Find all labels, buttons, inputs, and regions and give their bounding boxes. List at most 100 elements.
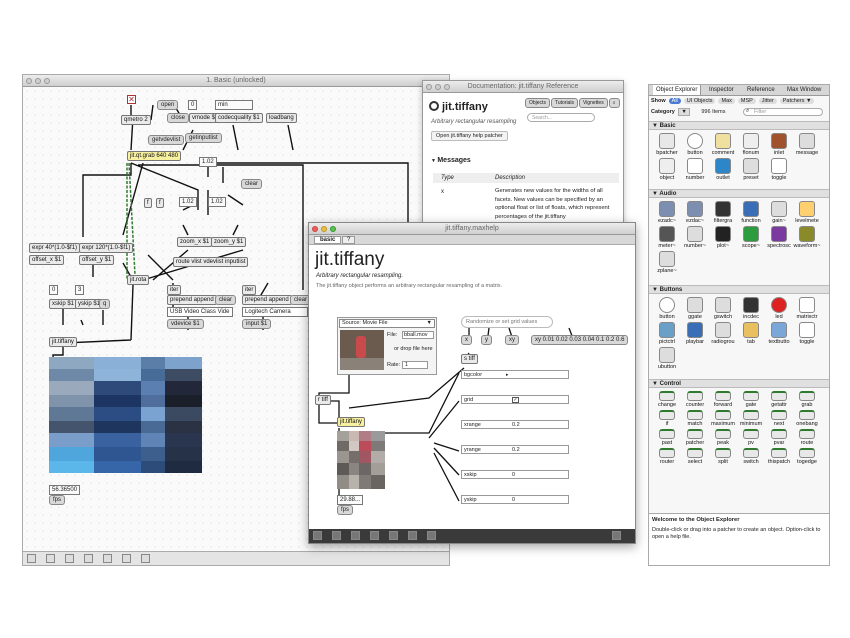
toggle-x[interactable]: ✕: [127, 95, 136, 104]
help-presentation-icon[interactable]: [331, 531, 341, 540]
doc-tab-tutorials[interactable]: Tutorials: [550, 98, 578, 108]
help-fps-number[interactable]: 29.88...: [337, 495, 364, 505]
file-menu[interactable]: bball.mov: [402, 331, 434, 339]
input-message[interactable]: input $1: [242, 319, 272, 329]
explorer-item-ubutton[interactable]: ubutton: [653, 347, 681, 370]
expr-object-1[interactable]: expr 40*(1.0-$f1): [29, 243, 81, 253]
explorer-item-spectroscope-[interactable]: spectrosc: [765, 226, 793, 249]
zoom-y-object[interactable]: zoom_y $1: [211, 237, 247, 247]
explorer-item-ezdac-[interactable]: ezdac~: [681, 201, 709, 224]
explorer-item-next[interactable]: next: [765, 410, 793, 427]
doc-search-icon[interactable]: ⌕: [608, 98, 620, 108]
param-xskip-value[interactable]: 0: [512, 471, 515, 479]
explorer-item-comment[interactable]: comment: [709, 133, 737, 156]
explorer-item-number-[interactable]: number~: [681, 226, 709, 249]
explorer-item-waveform-[interactable]: waveform~: [793, 226, 821, 249]
explorer-item-ggate[interactable]: ggate: [681, 297, 709, 320]
explorer-item-maximum[interactable]: maximum: [709, 410, 737, 427]
explorer-item-thispatcher[interactable]: thispatch: [765, 448, 793, 465]
presentation-icon[interactable]: [45, 554, 55, 563]
xy-list-message[interactable]: xy 0.01 0.02 0.03 0.04 0.1 0.2 0.6: [531, 335, 629, 345]
filter-patchers[interactable]: Patchers ▼: [779, 98, 815, 104]
help-lock-icon[interactable]: [313, 531, 322, 540]
number-box[interactable]: 0: [188, 100, 198, 110]
tab-max-window[interactable]: Max Window: [787, 85, 821, 95]
category-menu[interactable]: ▼: [678, 108, 690, 116]
s-tiff-object[interactable]: s tiff: [461, 354, 478, 364]
xskip-object[interactable]: xskip $1: [49, 299, 78, 309]
usb-video-menu[interactable]: USB Video Class Vide: [167, 307, 233, 317]
param-yrange[interactable]: yrange 0.2: [461, 445, 569, 454]
help-info-icon[interactable]: [388, 531, 398, 540]
explorer-item-matrixctrl[interactable]: matrixctr: [793, 297, 821, 320]
explorer-item-switch[interactable]: switch: [737, 448, 765, 465]
jit-rota-object[interactable]: jit.rota: [127, 275, 150, 285]
explorer-item-ezadc-[interactable]: ezadc~: [653, 201, 681, 224]
section-audio[interactable]: ▼ Audio: [649, 189, 829, 198]
explorer-item-number[interactable]: number: [681, 158, 709, 181]
new-object-icon[interactable]: [83, 554, 93, 563]
qmetro-object[interactable]: qmetro 2: [121, 115, 151, 125]
filter-input[interactable]: Filter: [743, 108, 823, 116]
iter-object-2[interactable]: iter: [242, 285, 257, 295]
explorer-item-function[interactable]: function: [737, 201, 765, 224]
rate-number[interactable]: 1: [402, 361, 428, 369]
yskip-number[interactable]: 3: [75, 285, 85, 295]
help-sidebar-icon[interactable]: [612, 531, 621, 540]
explorer-item-toggle[interactable]: toggle: [765, 158, 793, 181]
explorer-item-split[interactable]: split: [709, 448, 737, 465]
explorer-item-match[interactable]: match: [681, 410, 709, 427]
explorer-item-router[interactable]: router: [653, 448, 681, 465]
help-grid-icon[interactable]: [350, 531, 360, 540]
help-new-object-icon[interactable]: [369, 531, 379, 540]
offset-y-object[interactable]: offset_y $1: [79, 255, 115, 265]
r-tiff-object[interactable]: r tiff: [315, 395, 331, 405]
loadbang-object[interactable]: loadbang: [266, 113, 297, 123]
doc-tab-objects[interactable]: Objects: [525, 98, 550, 108]
source-menu[interactable]: Source: Movie File ▼: [339, 319, 435, 328]
explorer-item-inlet[interactable]: inlet: [765, 133, 793, 156]
explorer-item-gswitch[interactable]: gswitch: [709, 297, 737, 320]
explorer-item-zplane-[interactable]: zplane~: [653, 251, 681, 274]
section-basic[interactable]: ▼ Basic: [649, 121, 829, 130]
prepend-object-2[interactable]: prepend append: [242, 295, 292, 305]
open-message[interactable]: open: [157, 100, 179, 110]
jit-tiffany-object[interactable]: jit.tiffany: [49, 337, 77, 347]
number-102-a[interactable]: 1.02: [199, 157, 217, 167]
explorer-item-getattr[interactable]: getattr: [765, 391, 793, 408]
prepend-object-1[interactable]: prepend append: [167, 295, 217, 305]
route-object[interactable]: route vlist vdevlist inputlist: [173, 257, 249, 267]
help-align-icon[interactable]: [426, 531, 436, 540]
explorer-item-textbutton[interactable]: textbutto: [765, 322, 793, 345]
number-102-b[interactable]: 1.02: [179, 197, 197, 207]
explorer-item-tab[interactable]: tab: [737, 322, 765, 345]
filter-jitter[interactable]: Jitter: [758, 98, 777, 104]
snap-icon[interactable]: [121, 554, 131, 563]
help-snap-icon[interactable]: [407, 531, 417, 540]
small-object-a[interactable]: f: [144, 198, 152, 208]
explorer-item-change[interactable]: change: [653, 391, 681, 408]
tab-reference[interactable]: Reference: [747, 85, 775, 95]
small-object-b[interactable]: f: [156, 198, 164, 208]
jit-qt-grab-object[interactable]: jit.qt.grab 640 480: [127, 151, 182, 161]
explorer-item-flonum[interactable]: flonum: [737, 133, 765, 156]
explorer-item-button[interactable]: button: [681, 133, 709, 156]
help-fps-message[interactable]: fps: [337, 505, 354, 515]
explorer-item-togedge[interactable]: togedge: [793, 448, 821, 465]
explorer-item-select[interactable]: select: [681, 448, 709, 465]
explorer-item-forward[interactable]: forward: [709, 391, 737, 408]
getvdevlist-message[interactable]: getvdevlist: [148, 135, 185, 145]
offset-x-object[interactable]: offset_x $1: [29, 255, 65, 265]
q-message[interactable]: q: [99, 299, 111, 309]
zoom-x-object[interactable]: zoom_x $1: [177, 237, 213, 247]
clear-message-1[interactable]: clear: [215, 295, 237, 305]
explorer-item-peak[interactable]: peak: [709, 429, 737, 446]
lock-icon[interactable]: [27, 554, 36, 563]
y-message[interactable]: y: [481, 335, 492, 345]
param-yskip[interactable]: yskip 0: [461, 495, 569, 504]
filter-ui-objects[interactable]: UI Objects: [683, 98, 716, 104]
iter-object-1[interactable]: iter: [167, 285, 182, 295]
param-bgcolor[interactable]: bgcolor ▸: [461, 370, 569, 379]
explorer-item-counter[interactable]: counter: [681, 391, 709, 408]
section-control[interactable]: ▼ Control: [649, 379, 829, 388]
